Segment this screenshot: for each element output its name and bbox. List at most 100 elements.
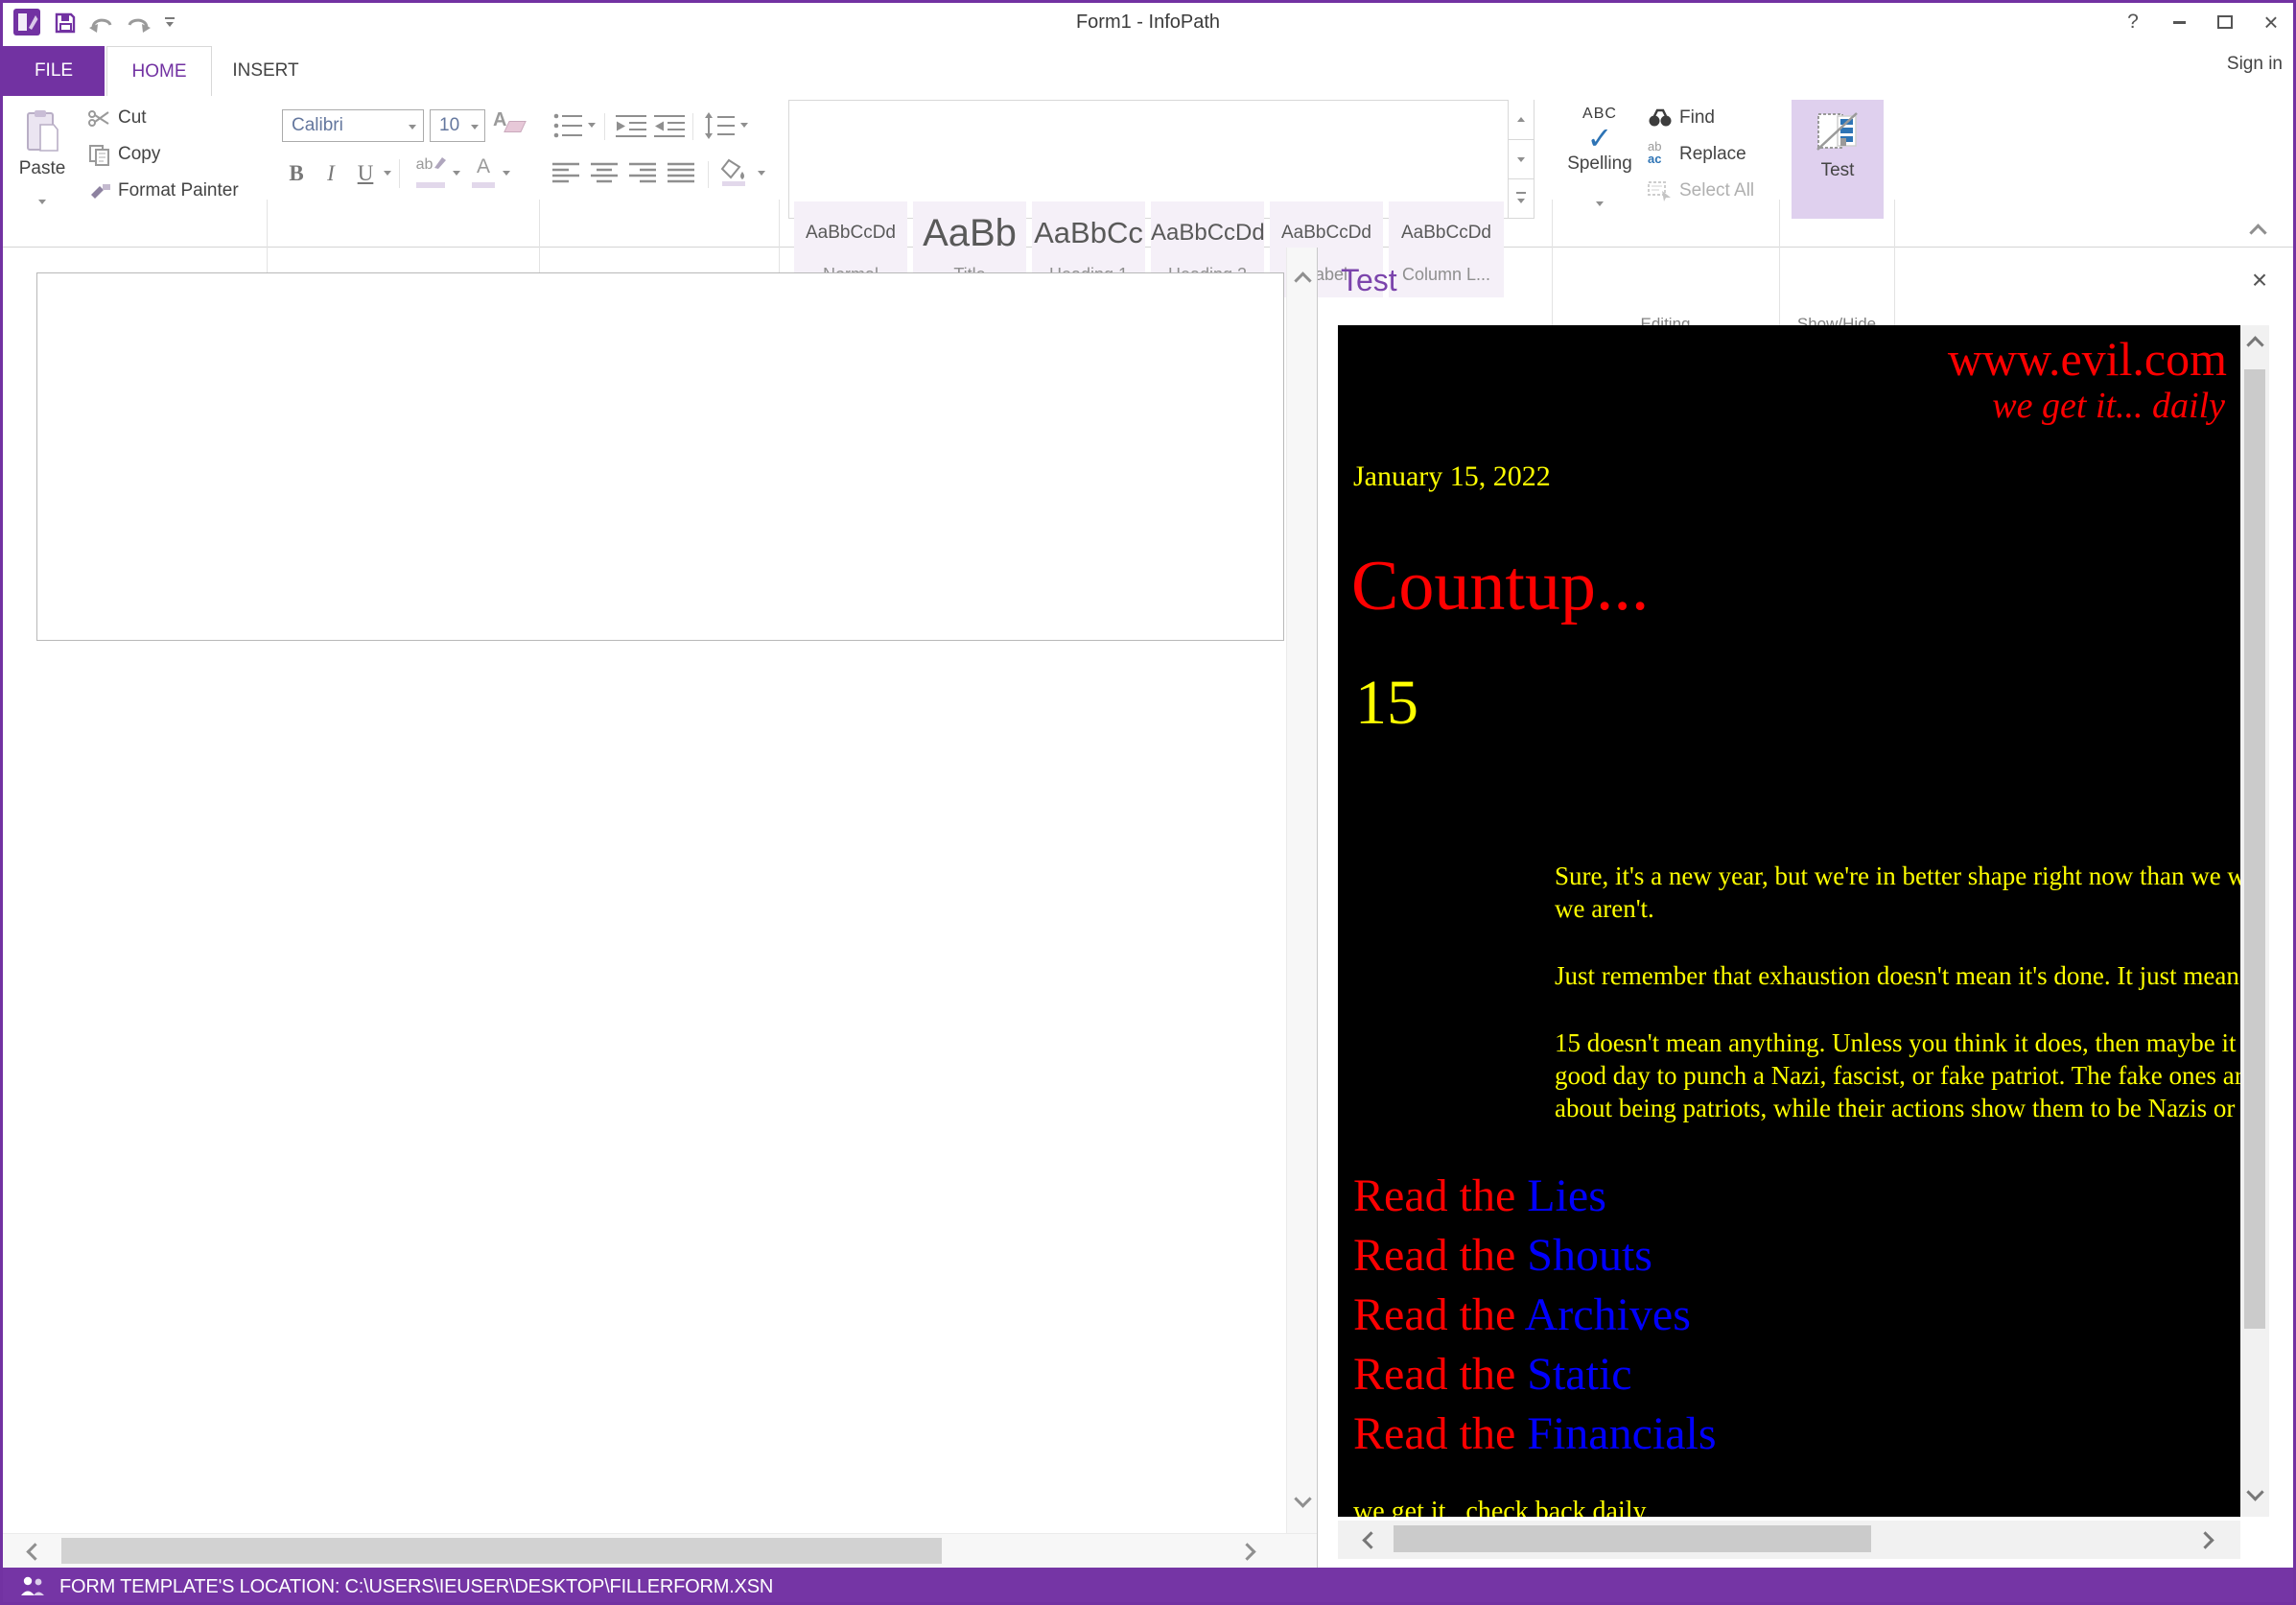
preview-vscrollbar[interactable]: [2240, 325, 2269, 1517]
paste-label: Paste: [18, 158, 66, 178]
preview-tagline: we get it... daily: [1992, 386, 2225, 426]
canvas-vscrollbar[interactable]: [1286, 248, 1317, 1533]
canvas-scroll-down-icon[interactable]: [1294, 1490, 1312, 1508]
preview-scroll-right-icon[interactable]: [2196, 1531, 2214, 1549]
align-center-button[interactable]: [591, 157, 623, 190]
paragraph-line: 15 doesn't mean anything. Unless you thi…: [1555, 1028, 2240, 1057]
font-size-select[interactable]: 10: [430, 109, 485, 142]
underline-dropdown-icon[interactable]: [384, 171, 391, 176]
tab-insert[interactable]: INSERT: [214, 46, 317, 96]
preview-hscrollbar[interactable]: [1338, 1521, 2240, 1559]
font-color-dropdown-icon[interactable]: [503, 171, 510, 176]
canvas-hscrollbar-thumb[interactable]: [61, 1538, 942, 1564]
maximize-button[interactable]: [2204, 6, 2246, 38]
font-size-dropdown-icon[interactable]: [471, 125, 479, 130]
style-heading1-sample: AaBbCc: [1034, 216, 1143, 249]
justify-button[interactable]: [668, 157, 700, 190]
paste-dropdown-icon[interactable]: [38, 200, 46, 204]
sign-in-link[interactable]: Sign in: [2177, 54, 2283, 75]
bullets-dropdown-icon[interactable]: [588, 123, 596, 128]
increase-indent-button[interactable]: [654, 109, 687, 142]
preview-paragraph: 15 doesn't mean anything. Unless you thi…: [1555, 1027, 2240, 1124]
form-template-location: FORM TEMPLATE'S LOCATION: C:\USERS\IEUSE…: [59, 1576, 774, 1597]
panel-divider: [1317, 248, 1318, 1568]
link-prefix: Read the: [1353, 1230, 1528, 1281]
font-family-dropdown-icon[interactable]: [409, 125, 416, 130]
link-archives[interactable]: Archives: [1525, 1289, 1691, 1340]
line-spacing-dropdown-icon[interactable]: [740, 123, 748, 128]
test-icon: [1816, 109, 1860, 158]
paste-button[interactable]: Paste: [10, 102, 75, 219]
style-column-label[interactable]: AaBbCcDd Column L...: [1389, 201, 1504, 297]
test-label: Test: [1820, 160, 1855, 180]
close-button[interactable]: ×: [2250, 6, 2292, 38]
italic-button[interactable]: I: [316, 155, 345, 192]
small-divider: [692, 113, 693, 140]
font-family-select[interactable]: Calibri: [282, 109, 424, 142]
highlight-dropdown-icon[interactable]: [453, 171, 460, 176]
preview-hscrollbar-thumb[interactable]: [1394, 1525, 1871, 1552]
font-size-value: 10: [439, 115, 460, 135]
link-row: Read the Financials: [1353, 1404, 2240, 1464]
paste-icon: [25, 109, 59, 158]
canvas-hscrollbar[interactable]: [0, 1533, 1317, 1568]
highlight-color-bar: [416, 182, 445, 188]
find-label: Find: [1679, 107, 1715, 128]
paragraph-line: Just remember that exhaustion doesn't me…: [1555, 961, 2240, 990]
replace-label: Replace: [1679, 144, 1746, 164]
spelling-button[interactable]: ABC ✓ Spelling: [1561, 102, 1638, 219]
help-button[interactable]: ?: [2112, 6, 2154, 38]
bold-button[interactable]: B: [282, 155, 311, 192]
align-center-icon: [591, 162, 618, 183]
window-title: Form1 - InfoPath: [1075, 12, 1221, 33]
canvas-scroll-left-icon[interactable]: [26, 1543, 44, 1561]
preview-site-title: www.evil.com: [1947, 332, 2227, 386]
gallery-scroll-down[interactable]: [1508, 140, 1534, 179]
font-color-a-label: A: [476, 155, 490, 177]
preview-headline: Countup...: [1351, 547, 1650, 625]
gallery-expand[interactable]: [1508, 179, 1534, 219]
font-color-button[interactable]: A: [468, 155, 499, 192]
decrease-indent-button[interactable]: [616, 109, 648, 142]
clear-formatting-button[interactable]: A: [493, 109, 527, 142]
test-toggle-button[interactable]: Test: [1792, 100, 1884, 219]
link-lies[interactable]: Lies: [1527, 1170, 1606, 1221]
align-left-button[interactable]: [552, 157, 585, 190]
preview-scroll-up-icon[interactable]: [2246, 336, 2264, 354]
link-static[interactable]: Static: [1527, 1349, 1631, 1400]
underline-button[interactable]: U: [351, 155, 380, 192]
link-row: Read the Shouts: [1353, 1226, 2240, 1286]
bullets-button[interactable]: [552, 109, 585, 142]
align-right-button[interactable]: [629, 157, 662, 190]
preview-scroll-left-icon[interactable]: [1362, 1531, 1380, 1549]
replace-icon: ab ac: [1648, 139, 1662, 166]
link-shouts[interactable]: Shouts: [1527, 1230, 1652, 1281]
justify-icon: [668, 162, 694, 183]
preview-links: Read the Lies Read the Shouts Read the A…: [1338, 1167, 2240, 1464]
copy-label: Copy: [118, 144, 161, 164]
line-spacing-button[interactable]: [704, 109, 737, 142]
gallery-scroll-up[interactable]: [1508, 100, 1534, 140]
shading-button[interactable]: [719, 157, 752, 190]
people-icon[interactable]: [19, 1575, 46, 1601]
canvas-scroll-right-icon[interactable]: [1238, 1543, 1256, 1561]
cut-label: Cut: [118, 107, 147, 128]
preview-vscrollbar-thumb[interactable]: [2244, 369, 2265, 1329]
rich-text-field[interactable]: [36, 272, 1284, 641]
tab-home[interactable]: HOME: [106, 46, 212, 96]
test-pane-close-icon[interactable]: ×: [2238, 261, 2281, 299]
minimize-button[interactable]: [2158, 6, 2200, 38]
link-row: Read the Archives: [1353, 1286, 2240, 1345]
preview-scroll-down-icon[interactable]: [2246, 1483, 2264, 1501]
link-prefix: Read the: [1353, 1289, 1525, 1340]
preview-count: 15: [1355, 668, 1418, 738]
highlight-color-button[interactable]: ab: [410, 155, 451, 192]
find-icon: [1648, 108, 1673, 132]
spelling-dropdown-icon[interactable]: [1596, 201, 1604, 206]
collapse-ribbon-icon[interactable]: [2249, 224, 2267, 242]
cut-icon: [88, 108, 111, 132]
canvas-scroll-up-icon[interactable]: [1294, 271, 1312, 290]
link-financials[interactable]: Financials: [1527, 1408, 1716, 1459]
tab-file[interactable]: FILE: [3, 46, 105, 96]
shading-dropdown-icon[interactable]: [758, 171, 765, 176]
